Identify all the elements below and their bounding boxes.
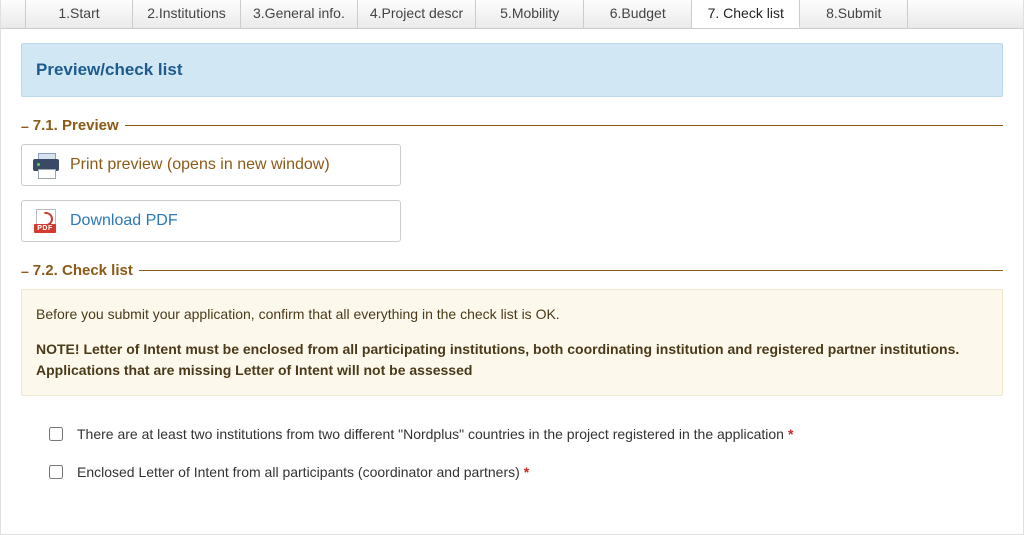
tab-label: 5.Mobility: [500, 5, 559, 21]
tab-label: 4.Project descr: [370, 5, 463, 21]
print-preview-button[interactable]: Print preview (opens in new window): [21, 144, 401, 186]
tab-project-descr[interactable]: 4.Project descr: [358, 0, 476, 28]
checklist-item: Enclosed Letter of Intent from all parti…: [49, 464, 1003, 480]
checklist-note: Before you submit your application, conf…: [21, 289, 1003, 396]
section-checklist: – 7.2. Check list Before you submit your…: [21, 262, 1003, 480]
section-preview: – 7.1. Preview Print preview (opens in n…: [21, 117, 1003, 242]
tab-bar: 1.Start 2.Institutions 3.General info. 4…: [1, 0, 1023, 29]
pdf-icon: PDF: [32, 209, 60, 233]
section-header: – 7.2. Check list: [21, 262, 1003, 279]
page-title: Preview/check list: [36, 60, 182, 79]
tab-submit[interactable]: 8.Submit: [800, 0, 908, 28]
note-bold: NOTE! Letter of Intent must be enclosed …: [36, 339, 988, 381]
tab-label: 1.Start: [58, 5, 99, 21]
tab-start[interactable]: 1.Start: [25, 0, 133, 28]
checklist-item-text: Enclosed Letter of Intent from all parti…: [77, 464, 520, 480]
tab-institutions[interactable]: 2.Institutions: [133, 0, 241, 28]
note-intro: Before you submit your application, conf…: [36, 306, 560, 322]
tab-label: 8.Submit: [826, 5, 881, 21]
section-divider: [139, 270, 1003, 271]
download-pdf-button[interactable]: PDF Download PDF: [21, 200, 401, 242]
checklist-item-text: There are at least two institutions from…: [77, 426, 784, 442]
download-pdf-label: Download PDF: [70, 212, 178, 230]
tab-budget[interactable]: 6.Budget: [584, 0, 692, 28]
tab-label: 7. Check list: [708, 5, 784, 21]
tab-mobility[interactable]: 5.Mobility: [476, 0, 584, 28]
checklist-checkbox[interactable]: [49, 465, 63, 479]
page-root: 1.Start 2.Institutions 3.General info. 4…: [0, 0, 1024, 535]
tab-label: 3.General info.: [253, 5, 345, 21]
tab-check-list[interactable]: 7. Check list: [692, 0, 800, 28]
checklist-items: There are at least two institutions from…: [21, 396, 1003, 480]
section-header: – 7.1. Preview: [21, 117, 1003, 134]
printer-icon: [32, 153, 60, 177]
print-preview-label: Print preview (opens in new window): [70, 156, 330, 174]
content-area: Preview/check list – 7.1. Preview Print …: [1, 29, 1023, 500]
tab-label: 2.Institutions: [147, 5, 226, 21]
required-marker: *: [524, 464, 529, 480]
page-title-banner: Preview/check list: [21, 43, 1003, 97]
section-title: 7.1. Preview: [33, 117, 119, 134]
section-divider: [125, 125, 1003, 126]
checklist-item: There are at least two institutions from…: [49, 426, 1003, 442]
tab-label: 6.Budget: [610, 5, 666, 21]
section-dash: –: [21, 263, 29, 279]
section-title: 7.2. Check list: [33, 262, 133, 279]
section-dash: –: [21, 118, 29, 134]
pdf-icon-tag: PDF: [34, 224, 56, 233]
tab-general-info[interactable]: 3.General info.: [241, 0, 358, 28]
required-marker: *: [788, 426, 793, 442]
checklist-checkbox[interactable]: [49, 427, 63, 441]
